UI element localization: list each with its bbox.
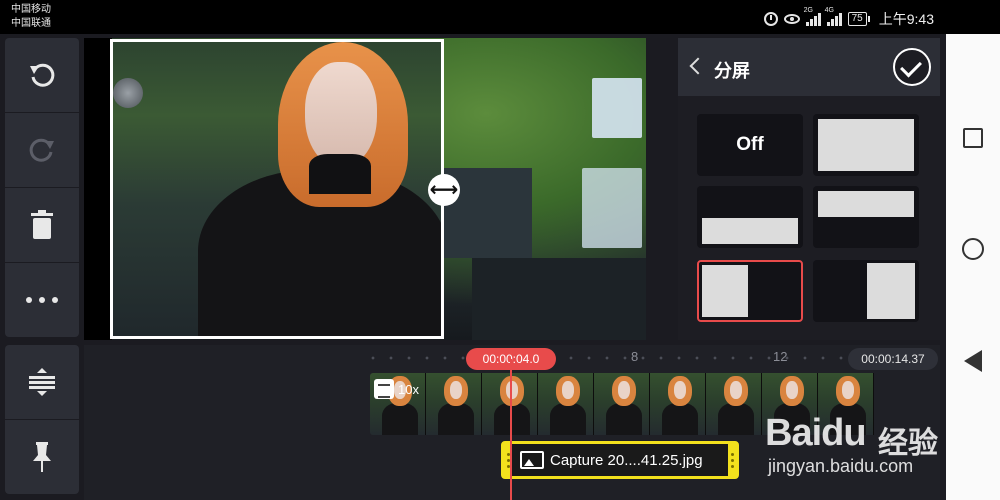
speed-icon [374,379,394,399]
status-time: 上午9:43 [878,11,934,27]
time-ruler [364,356,924,360]
recents-button[interactable] [963,128,983,148]
split-option-off[interactable]: Off [697,114,803,176]
undo-button[interactable] [5,38,79,112]
more-button[interactable] [5,263,79,337]
battery-level: 75 [847,12,870,26]
signal-icon: 4G [825,7,842,26]
carrier-2: 中国联通 [11,18,51,29]
image-layer-clip[interactable]: Capture 20....41.25.jpg [501,441,739,479]
pin-button[interactable] [5,420,79,494]
delete-button[interactable] [5,188,79,262]
status-icons: 2G 4G 75 上午9:43 [763,7,934,29]
playhead[interactable] [510,359,512,500]
layer-clip-name: Capture 20....41.25.jpg [550,451,703,469]
video-preview[interactable]: ⟷ [84,38,646,340]
timeline-toolbar [5,345,79,495]
speed-badge: 10x [374,377,419,401]
signal-icon: 2G [804,7,821,26]
tick-label-12: 12 [773,349,788,364]
back-button[interactable] [964,350,982,372]
baidu-logo: Baidu [765,412,867,454]
tick-label-8: 8 [631,349,639,364]
panel-title: 分屏 [714,61,750,81]
alarm-icon [763,12,778,26]
total-time: 00:00:14.37 [848,348,938,370]
confirm-button[interactable] [893,48,931,86]
edit-toolbar [5,38,79,338]
trash-icon [31,210,53,239]
chevron-left-icon[interactable] [689,57,707,75]
undo-icon [30,63,55,87]
clip-trim-handle-right[interactable] [728,444,736,476]
speed-label: 10x [398,381,419,397]
layer-adjust-button[interactable] [5,345,79,419]
eye-comfort-icon [783,14,800,24]
more-icon [26,297,58,303]
layer-adjust-icon [29,368,55,396]
carrier-1: 中国移动 [11,4,51,15]
signal-2-tag: 4G [824,7,834,14]
signal-1-tag: 2G [803,7,813,14]
split-screen-layer[interactable] [110,39,444,339]
split-screen-panel: 分屏 Off [678,38,940,340]
panel-header: 分屏 [678,38,940,96]
watermark-url: jingyan.baidu.com [768,456,914,476]
split-option-full[interactable] [813,114,919,176]
split-option-off-label: Off [736,134,764,155]
microphone [113,78,143,108]
split-option-top[interactable] [813,186,919,248]
redo-icon [29,138,54,162]
home-button[interactable] [962,238,984,260]
split-option-left[interactable] [697,260,803,322]
android-nav-bar [946,34,1000,500]
pin-icon [33,442,51,472]
split-option-right[interactable] [813,260,919,322]
status-bar: 中国移动 中国联通 2G 4G 75 上午9:43 [0,0,1000,34]
split-resize-handle[interactable]: ⟷ [428,174,460,206]
redo-button[interactable] [5,113,79,187]
split-option-bottom[interactable] [697,186,803,248]
image-icon [520,451,544,469]
